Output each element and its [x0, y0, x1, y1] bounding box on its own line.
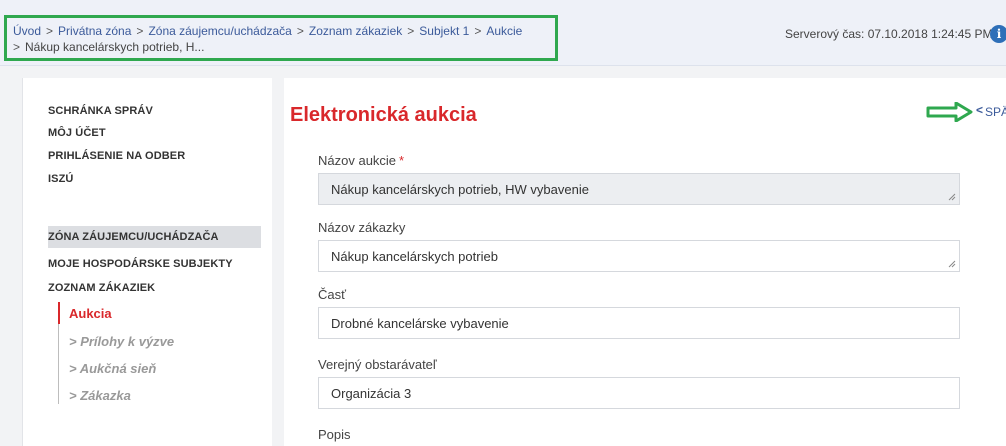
breadcrumb-separator: > [13, 40, 21, 54]
top-bar: Úvod > Privátna zóna > Zóna záujemcu/uchádza… [0, 0, 1006, 66]
chevron-left-icon: < [976, 103, 984, 117]
breadcrumb-item-subjekt[interactable]: Subjekt 1 [419, 24, 469, 38]
label-popis: Popis [318, 427, 351, 442]
breadcrumb-item-zona-zaujemcu[interactable]: Zóna záujemcu/uchádzača [148, 24, 291, 38]
nazov-aukcie-field[interactable]: Nákup kancelárskych potrieb, HW vybaveni… [318, 173, 960, 205]
breadcrumb-separator: > [46, 24, 54, 38]
field-value: Drobné kancelárske vybavenie [331, 316, 509, 331]
sidebar-subitem-prilohy-k-vyzve[interactable]: > Prílohy k výzve [69, 334, 174, 349]
field-value: Organizácia 3 [331, 386, 412, 401]
back-label[interactable]: SPÄŤ [985, 105, 1006, 119]
server-time: Serverový čas: 07.10.2018 1:24:45 PM [785, 27, 993, 41]
resize-handle-icon[interactable] [948, 193, 956, 201]
sidebar-item-schranka-sprav[interactable]: SCHRÁNKA SPRÁV [48, 105, 153, 117]
sidebar-subitem-aukcia[interactable]: Aukcia [69, 306, 112, 321]
sidebar-item-moj-ucet[interactable]: MÔJ ÚČET [48, 127, 106, 139]
label-nazov-aukcie: Názov aukcie * [318, 153, 404, 168]
required-asterisk: * [399, 153, 405, 168]
submenu-line [58, 324, 59, 404]
sidebar-item-moje-hospodarske-subjekty[interactable]: MOJE HOSPODÁRSKE SUBJEKTY [48, 258, 233, 270]
field-value: Nákup kancelárskych potrieb, HW vybaveni… [331, 182, 589, 197]
breadcrumb-item-zoznam-zakaziek[interactable]: Zoznam zákaziek [309, 24, 402, 38]
field-value: Nákup kancelárskych potrieb [331, 249, 498, 264]
sidebar-subitem-zakazka[interactable]: > Zákazka [69, 388, 131, 403]
cast-field[interactable]: Drobné kancelárske vybavenie [318, 307, 960, 339]
page-title: Elektronická aukcia [290, 104, 477, 126]
submenu-active-indicator [58, 302, 60, 324]
breadcrumb-separator: > [407, 24, 415, 38]
breadcrumb-item-privatna-zona[interactable]: Privátna zóna [58, 24, 131, 38]
sidebar: SCHRÁNKA SPRÁV MÔJ ÚČET PRIHLÁSENIE NA O… [22, 78, 272, 446]
sidebar-item-prihlasenie-na-odber[interactable]: PRIHLÁSENIE NA ODBER [48, 150, 185, 162]
nazov-zakazky-field[interactable]: Nákup kancelárskych potrieb [318, 240, 960, 272]
arrow-right-icon [926, 102, 973, 122]
breadcrumb: Úvod > Privátna zóna > Zóna záujemcu/uchádza… [4, 15, 558, 61]
breadcrumb-item-uvod[interactable]: Úvod [13, 24, 41, 38]
breadcrumb-item-current: Nákup kancelárskych potrieb, H... [25, 40, 205, 54]
sidebar-item-iszu[interactable]: ISZÚ [48, 173, 73, 185]
sidebar-item-zona-zaujemcu[interactable]: ZÓNA ZÁUJEMCU/UCHÁDZAČA [48, 231, 219, 243]
info-icon[interactable]: i [990, 25, 1006, 43]
label-text: Názov aukcie [318, 153, 397, 168]
main-content: Elektronická aukcia < SPÄŤ Názov aukcie*… [284, 78, 1006, 446]
sidebar-item-zoznam-zakaziek[interactable]: ZOZNAM ZÁKAZIEK [48, 282, 155, 294]
sidebar-subitem-aukcna-sien[interactable]: > Aukčná sieň [69, 361, 156, 376]
breadcrumb-separator: > [474, 24, 482, 38]
resize-handle-icon[interactable] [948, 260, 956, 268]
breadcrumb-item-aukcie[interactable]: Aukcie [486, 24, 522, 38]
verejny-obstaravatel-field[interactable]: Organizácia 3 [318, 377, 960, 409]
label-nazov-zakazky: Názov zákazky [318, 220, 406, 235]
breadcrumb-separator: > [296, 24, 304, 38]
breadcrumb-separator: > [136, 24, 144, 38]
label-cast: Časť [318, 287, 346, 302]
label-verejny-obstaravatel: Verejný obstarávateľ [318, 357, 437, 372]
